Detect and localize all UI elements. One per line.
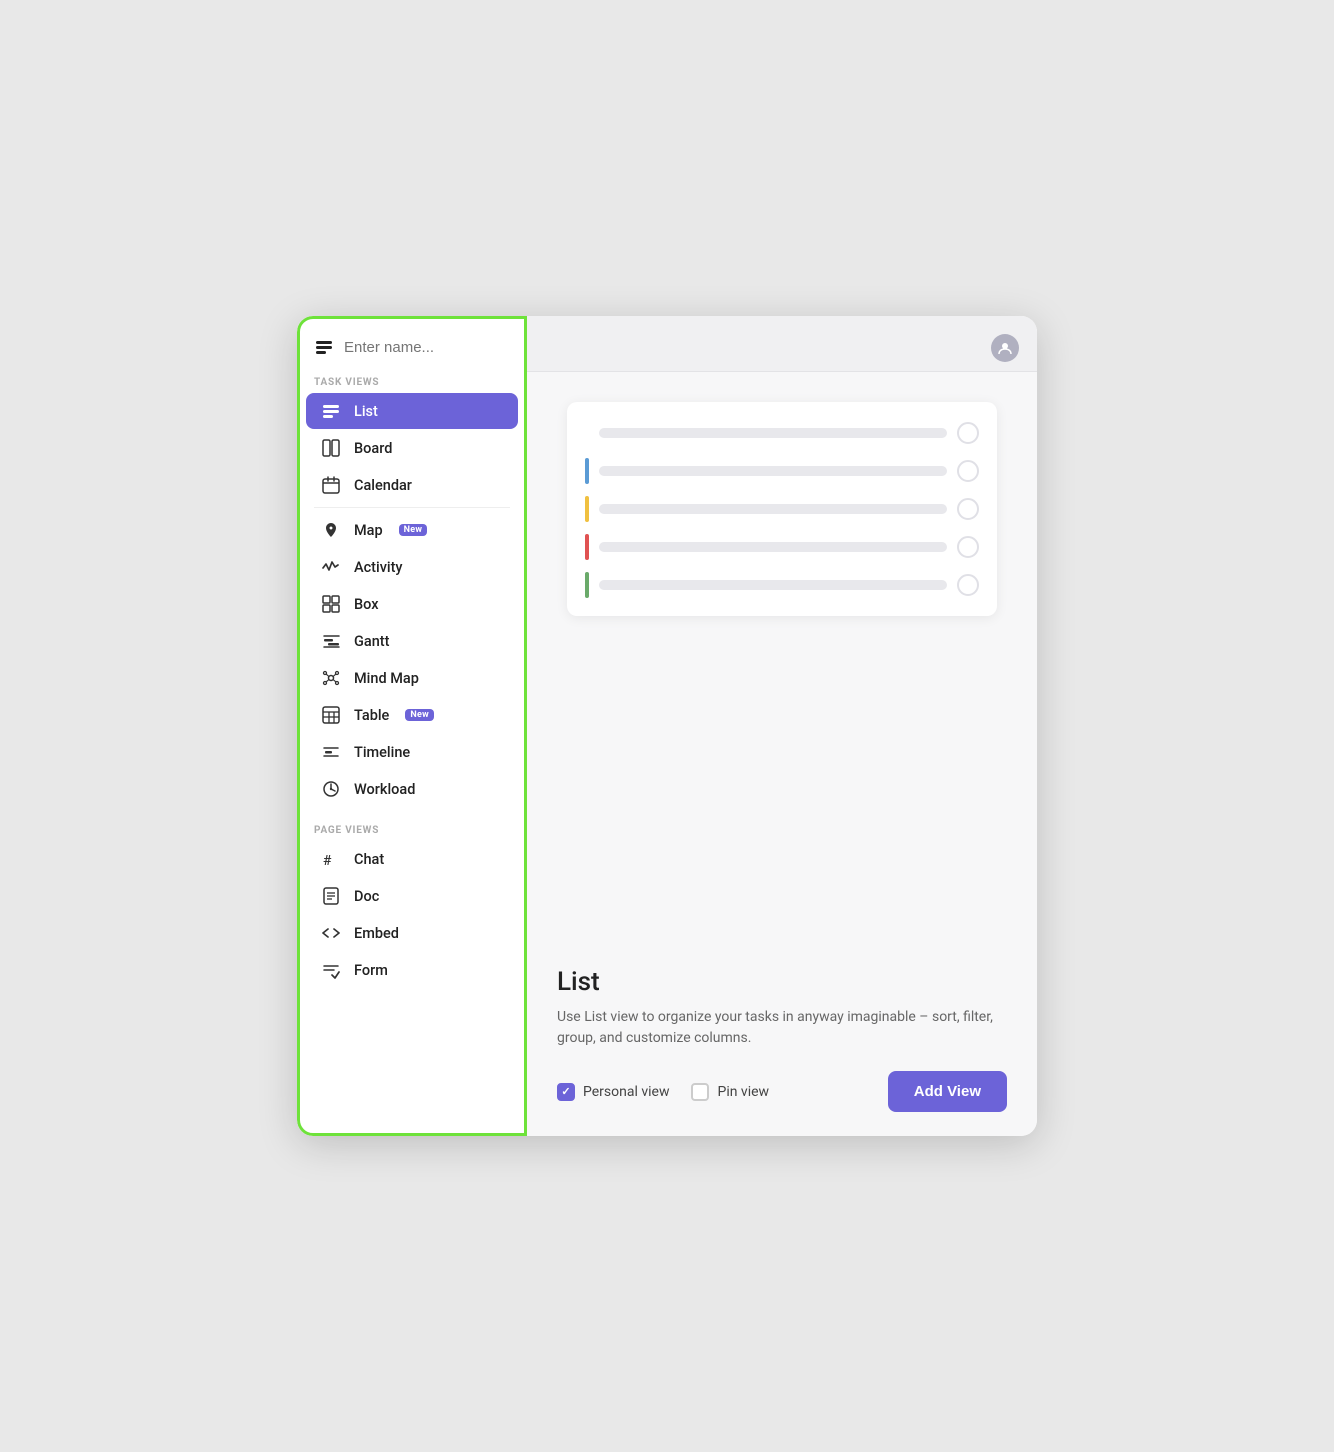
list-icon [320,402,342,420]
personal-view-checkbox[interactable]: ✓ [557,1083,575,1101]
preview-row-5 [585,572,979,598]
preview-row-1 [585,420,979,446]
preview-row-4 [585,534,979,560]
table-badge: New [405,709,434,721]
embed-icon [320,924,342,942]
row-color-bar-2 [585,458,589,484]
sidebar-item-workload-label: Workload [354,781,415,798]
options-row: ✓ Personal view Pin view Add View [557,1071,1007,1112]
view-title: List [557,967,1007,997]
row-line-5 [599,580,947,590]
preview-area [527,372,1037,967]
sidebar-item-map-label: Map [354,522,383,539]
search-icon [314,337,334,357]
row-circle-2 [957,460,979,482]
sidebar-item-box[interactable]: Box [306,586,518,622]
calendar-icon [320,476,342,494]
row-circle-3 [957,498,979,520]
personal-view-label: Personal view [583,1084,669,1100]
sidebar-item-mindmap[interactable]: Mind Map [306,660,518,696]
timeline-icon [320,743,342,761]
sidebar-item-list[interactable]: List [306,393,518,429]
preview-row-3 [585,496,979,522]
sidebar-item-activity-label: Activity [354,559,403,576]
sidebar-item-map[interactable]: Map New [306,512,518,548]
task-views-label: TASK VIEWS [300,367,524,392]
sidebar-item-doc[interactable]: Doc [306,878,518,914]
sidebar-item-table-label: Table [354,707,389,724]
map-icon [320,521,342,539]
box-icon [320,595,342,613]
doc-icon [320,887,342,905]
sidebar-item-timeline[interactable]: Timeline [306,734,518,770]
row-color-bar-4 [585,534,589,560]
view-description: Use List view to organize your tasks in … [557,1007,1007,1049]
row-color-bar-5 [585,572,589,598]
mindmap-icon [320,669,342,687]
sidebar-item-list-label: List [354,403,378,420]
pin-view-option[interactable]: Pin view [691,1083,769,1101]
gantt-icon [320,632,342,650]
chat-icon: # [320,850,342,868]
list-preview-card [567,402,997,616]
page-views-label: PAGE VIEWS [300,815,524,840]
main-content: List Use List view to organize your task… [527,316,1037,1136]
sidebar-item-workload[interactable]: Workload [306,771,518,807]
sidebar-item-chat-label: Chat [354,851,384,868]
row-color-bar-3 [585,496,589,522]
add-view-button[interactable]: Add View [888,1071,1007,1112]
row-line-4 [599,542,947,552]
sidebar-item-box-label: Box [354,596,379,613]
workload-icon [320,780,342,798]
search-input[interactable] [344,339,510,356]
divider-1 [314,507,510,508]
row-circle-1 [957,422,979,444]
pin-view-checkbox[interactable] [691,1083,709,1101]
sidebar-item-chat[interactable]: # Chat [306,841,518,877]
avatar [991,334,1019,362]
info-section: List Use List view to organize your task… [527,967,1037,1136]
sidebar-item-gantt-label: Gantt [354,633,389,650]
sidebar-item-board-label: Board [354,440,392,457]
modal-container: TASK VIEWS List [297,316,1037,1136]
activity-icon [320,558,342,576]
top-bar [527,316,1037,372]
sidebar-scroll: TASK VIEWS List [300,367,524,1133]
svg-text:#: # [323,853,332,868]
board-icon [320,439,342,457]
search-area [300,319,524,367]
sidebar-item-doc-label: Doc [354,888,379,905]
row-line-2 [599,466,947,476]
preview-row-2 [585,458,979,484]
sidebar-item-calendar-label: Calendar [354,477,412,494]
sidebar-item-timeline-label: Timeline [354,744,410,761]
sidebar-item-form-label: Form [354,962,388,979]
sidebar-item-embed[interactable]: Embed [306,915,518,951]
row-line-3 [599,504,947,514]
row-line-1 [599,428,947,438]
sidebar-item-board[interactable]: Board [306,430,518,466]
personal-view-option[interactable]: ✓ Personal view [557,1083,669,1101]
row-color-bar-1 [585,420,589,446]
sidebar-item-form[interactable]: Form [306,952,518,988]
form-icon [320,961,342,979]
row-circle-4 [957,536,979,558]
map-badge: New [399,524,428,536]
sidebar: TASK VIEWS List [297,316,527,1136]
checkmark: ✓ [561,1085,570,1098]
row-circle-5 [957,574,979,596]
pin-view-label: Pin view [717,1084,769,1100]
sidebar-item-mindmap-label: Mind Map [354,670,419,687]
sidebar-item-activity[interactable]: Activity [306,549,518,585]
sidebar-item-embed-label: Embed [354,925,399,942]
sidebar-item-gantt[interactable]: Gantt [306,623,518,659]
sidebar-item-table[interactable]: Table New [306,697,518,733]
sidebar-item-calendar[interactable]: Calendar [306,467,518,503]
table-icon [320,706,342,724]
